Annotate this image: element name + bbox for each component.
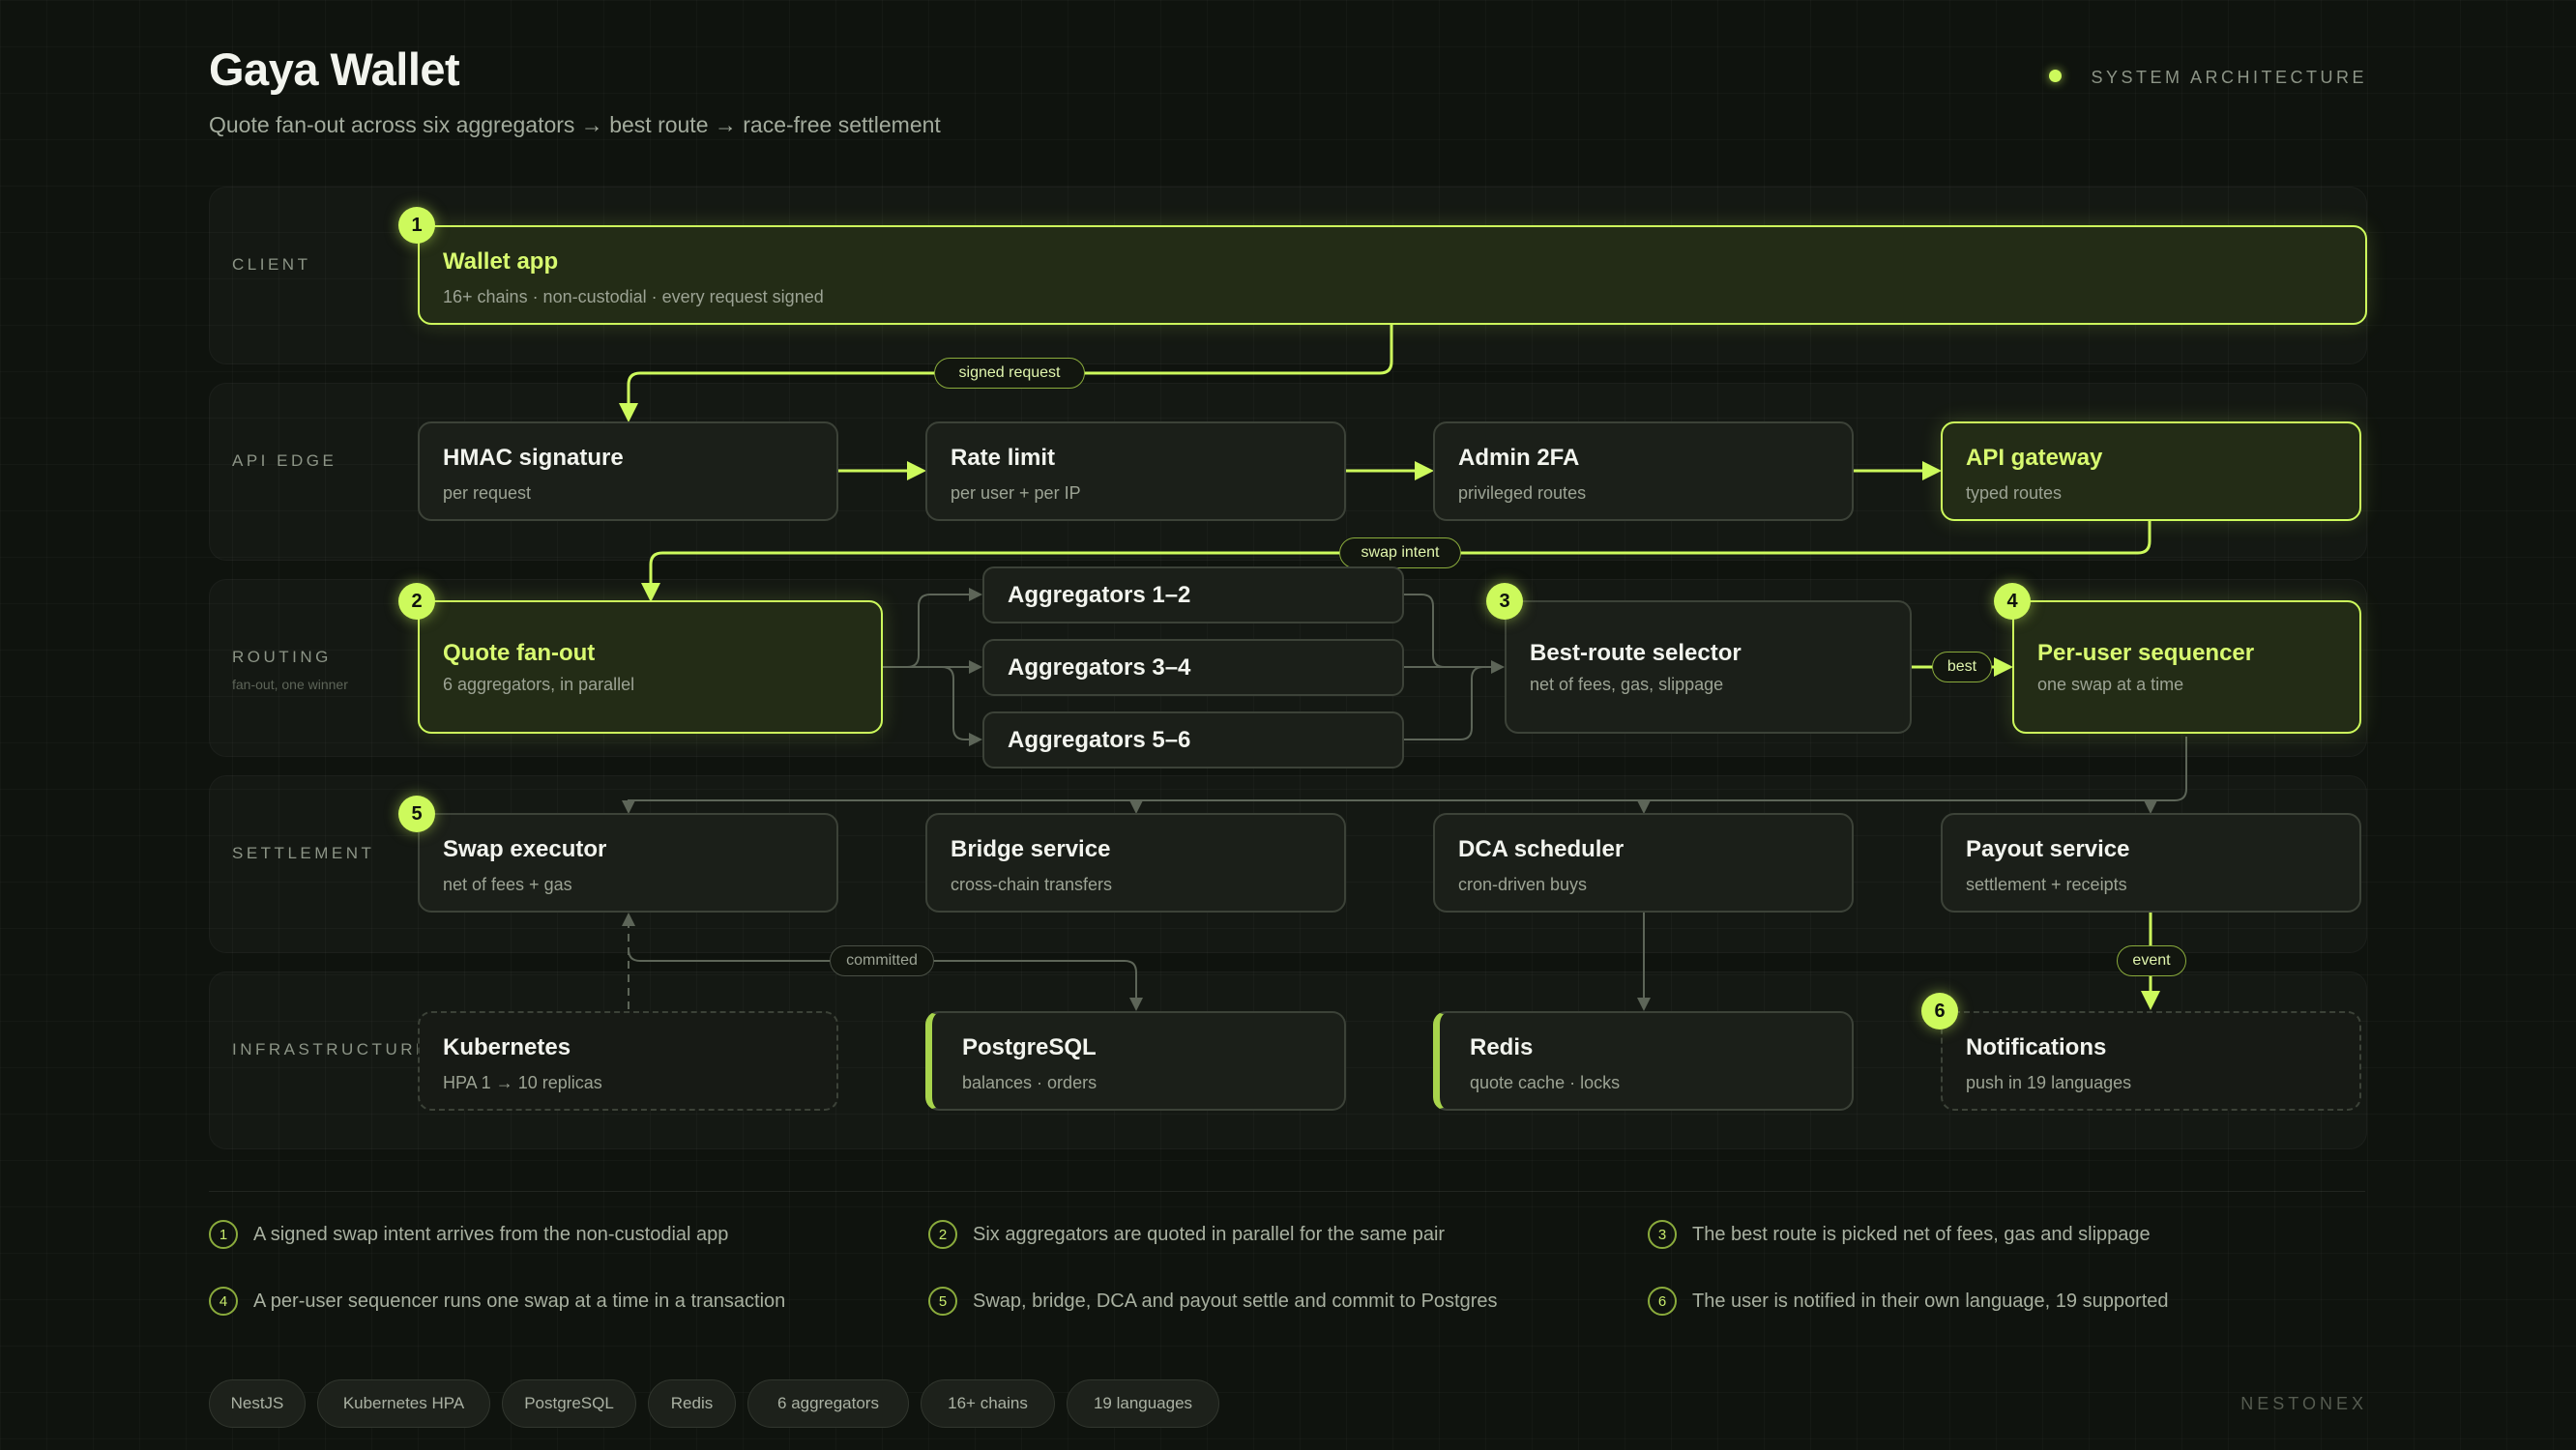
edge-fanout-agg12: [883, 588, 982, 668]
node-aggregators-3-4[interactable]: Aggregators 3–4: [982, 639, 1404, 696]
node-desc: 6 aggregators, in parallel: [443, 675, 635, 694]
step-number: 3: [1648, 1220, 1677, 1249]
step-text: The best route is picked net of fees, ga…: [1692, 1223, 2151, 1245]
node-admin-2fa[interactable]: Admin 2FA privileged routes: [1433, 421, 1854, 521]
node-desc: HPA 1 → 10 replicas: [443, 1073, 602, 1092]
node-postgresql[interactable]: PostgreSQL balances · orders: [925, 1011, 1346, 1111]
node-name: API gateway: [1966, 445, 2103, 471]
step-badge-4: 4: [1994, 583, 2031, 620]
node-desc: net of fees + gas: [443, 875, 572, 894]
node-name: Swap executor: [443, 836, 607, 862]
edge-agg56-best: [1404, 666, 1484, 740]
step-number: 5: [928, 1287, 957, 1316]
step-text: The user is notified in their own langua…: [1692, 1290, 2169, 1312]
step-text: A signed swap intent arrives from the no…: [253, 1223, 729, 1245]
node-name: HMAC signature: [443, 445, 624, 471]
node-notifications[interactable]: Notifications push in 19 languages: [1941, 1011, 2361, 1111]
node-name: DCA scheduler: [1458, 836, 1625, 862]
step-number: 6: [1648, 1287, 1677, 1316]
step-text: Swap, bridge, DCA and payout settle and …: [973, 1290, 1498, 1312]
node-desc: cross-chain transfers: [951, 875, 1113, 894]
node-desc: privileged routes: [1458, 483, 1587, 503]
legend-step-3: 3 The best route is picked net of fees, …: [1648, 1220, 2151, 1249]
node-name: PostgreSQL: [962, 1034, 1097, 1060]
node-desc: push in 19 languages: [1966, 1073, 2132, 1092]
node-name: Notifications: [1966, 1034, 2107, 1060]
node-desc: net of fees, gas, slippage: [1530, 675, 1724, 694]
node-quote-fan-out[interactable]: Quote fan-out 6 aggregators, in parallel: [418, 600, 883, 734]
node-desc: settlement + receipts: [1966, 875, 2127, 894]
node-swap-executor[interactable]: Swap executor net of fees + gas: [418, 813, 838, 913]
legend-step-4: 4 A per-user sequencer runs one swap at …: [209, 1287, 785, 1316]
step-badge-5: 5: [398, 796, 435, 832]
legend-step-5: 5 Swap, bridge, DCA and payout settle an…: [928, 1287, 1498, 1316]
brand-wordmark: NESTONEX: [2240, 1394, 2367, 1413]
tech-chip: PostgreSQL: [502, 1379, 636, 1428]
node-desc: balances · orders: [962, 1073, 1098, 1092]
step-text: Six aggregators are quoted in parallel f…: [973, 1223, 1446, 1245]
node-name: Kubernetes: [443, 1034, 571, 1060]
node-desc: cron-driven buys: [1458, 875, 1588, 894]
edge-label-event: event: [2117, 945, 2186, 976]
node-aggregators-5-6[interactable]: Aggregators 5–6: [982, 711, 1404, 768]
node-aggregators-1-2[interactable]: Aggregators 1–2: [982, 566, 1404, 624]
edge-agg12-best: [1404, 594, 1446, 668]
node-name: Bridge service: [951, 836, 1111, 862]
node-rate-limit[interactable]: Rate limit per user + per IP: [925, 421, 1346, 521]
node-name: Aggregators 1–2: [1008, 582, 1191, 608]
node-name: Best-route selector: [1530, 640, 1742, 666]
node-desc: per user + per IP: [951, 483, 1081, 503]
edge-label-signed-request: signed request: [934, 358, 1085, 389]
node-bridge-service[interactable]: Bridge service cross-chain transfers: [925, 813, 1346, 913]
node-name: Admin 2FA: [1458, 445, 1580, 471]
node-desc: quote cache · locks: [1470, 1073, 1621, 1092]
step-badge-1: 1: [398, 207, 435, 244]
node-per-user-sequencer[interactable]: Per-user sequencer one swap at a time: [2012, 600, 2361, 734]
node-name: Rate limit: [951, 445, 1056, 471]
step-number: 4: [209, 1287, 238, 1316]
node-name: Aggregators 3–4: [1008, 654, 1191, 681]
node-desc: one swap at a time: [2037, 675, 2184, 694]
edge-sequencer-bus: [622, 737, 2187, 814]
node-wallet-app[interactable]: Wallet app 16+ chains · non-custodial · …: [418, 225, 2367, 325]
node-desc: per request: [443, 483, 532, 503]
node-name: Wallet app: [443, 248, 559, 275]
legend-step-6: 6 The user is notified in their own lang…: [1648, 1287, 2169, 1316]
node-best-route-selector[interactable]: Best-route selector net of fees, gas, sl…: [1505, 600, 1912, 734]
node-dca-scheduler[interactable]: DCA scheduler cron-driven buys: [1433, 813, 1854, 913]
node-name: Redis: [1470, 1034, 1534, 1060]
step-number: 1: [209, 1220, 238, 1249]
node-hmac-signature[interactable]: HMAC signature per request: [418, 421, 838, 521]
node-desc: 16+ chains · non-custodial · every reque…: [443, 287, 824, 306]
step-badge-3: 3: [1486, 583, 1523, 620]
node-name: Payout service: [1966, 836, 2130, 862]
tech-chip: 19 languages: [1067, 1379, 1219, 1428]
legend-step-2: 2 Six aggregators are quoted in parallel…: [928, 1220, 1445, 1249]
tech-chip: 6 aggregators: [747, 1379, 909, 1428]
divider: [209, 1191, 2365, 1192]
tech-chip: Redis: [648, 1379, 736, 1428]
edge-label-committed: committed: [830, 945, 934, 976]
node-kubernetes[interactable]: Kubernetes HPA 1 → 10 replicas: [418, 1011, 838, 1111]
node-name: Aggregators 5–6: [1008, 727, 1191, 753]
node-desc: typed routes: [1966, 483, 2063, 503]
step-badge-6: 6: [1921, 993, 1958, 1030]
tech-chip: NestJS: [209, 1379, 306, 1428]
step-text: A per-user sequencer runs one swap at a …: [253, 1290, 786, 1312]
node-api-gateway[interactable]: API gateway typed routes: [1941, 421, 2361, 521]
step-badge-2: 2: [398, 583, 435, 620]
tech-chip: Kubernetes HPA: [317, 1379, 490, 1428]
node-name: Per-user sequencer: [2037, 640, 2255, 666]
edge-label-best: best: [1932, 652, 1992, 682]
tech-chip: 16+ chains: [921, 1379, 1055, 1428]
node-name: Quote fan-out: [443, 640, 596, 666]
node-redis[interactable]: Redis quote cache · locks: [1433, 1011, 1854, 1111]
step-number: 2: [928, 1220, 957, 1249]
edge-fanout-agg56: [918, 665, 982, 746]
node-payout-service[interactable]: Payout service settlement + receipts: [1941, 813, 2361, 913]
edge-label-swap-intent: swap intent: [1339, 537, 1461, 568]
legend-step-1: 1 A signed swap intent arrives from the …: [209, 1220, 728, 1249]
